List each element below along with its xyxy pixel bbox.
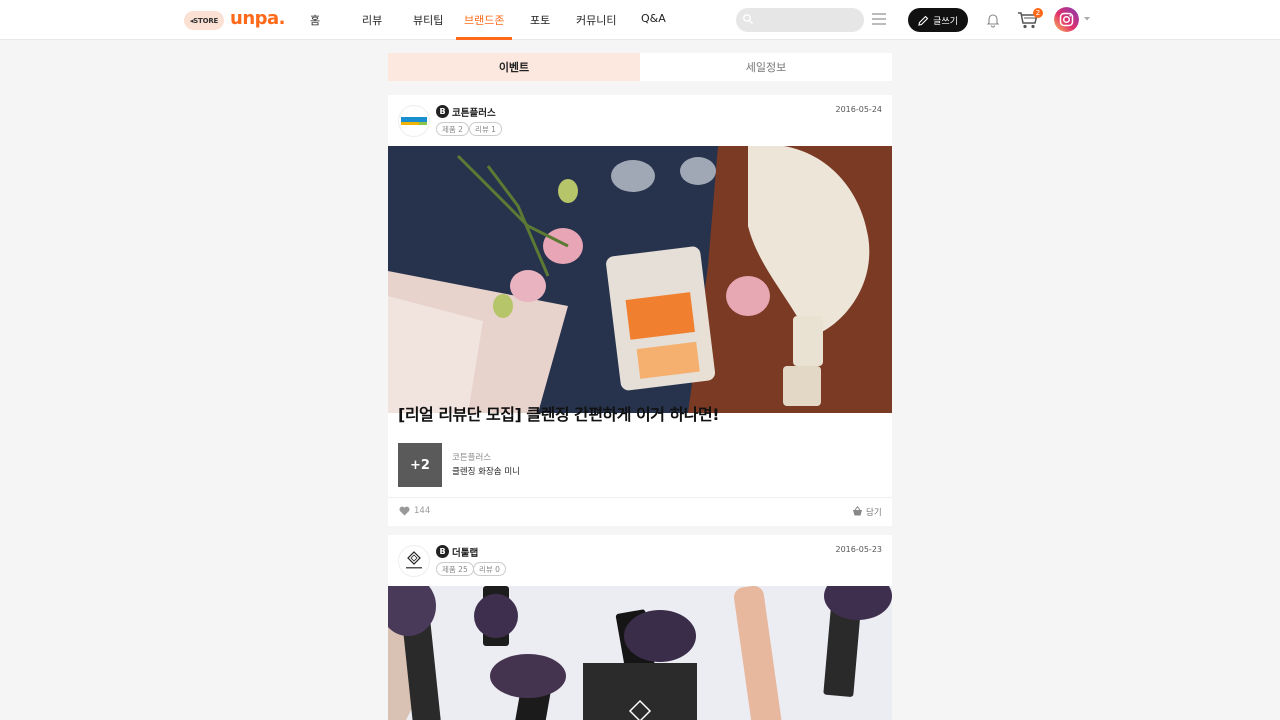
top-header: ◂STORE unpa. 홈 리뷰 뷰티팁 브랜드존 포토 커뮤니티 Q&A 글… xyxy=(0,0,1280,40)
brand-badge: B xyxy=(436,545,449,558)
post-hero-image[interactable] xyxy=(388,146,892,413)
nav-beauty-tip[interactable]: 뷰티팁 xyxy=(413,12,443,40)
product-brand: 코튼플러스 xyxy=(452,453,492,463)
product-thumbnail[interactable]: +2 xyxy=(398,443,442,487)
post-date: 2016-05-23 xyxy=(835,545,883,554)
heart-icon[interactable] xyxy=(399,506,410,516)
nav-photo[interactable]: 포토 xyxy=(530,12,550,40)
post-date: 2016-05-24 xyxy=(835,105,883,114)
brand-name[interactable]: 코튼플러스 xyxy=(452,105,496,119)
write-button[interactable]: 글쓰기 xyxy=(908,8,968,32)
brandzone-tabs: 이벤트 세일정보 xyxy=(388,53,892,81)
product-count-chip[interactable]: 제품 25 xyxy=(436,562,474,576)
write-label: 글쓰기 xyxy=(933,16,958,27)
cottonplus-logo-icon xyxy=(401,117,427,125)
review-count-chip[interactable]: 리뷰 1 xyxy=(469,122,502,136)
brand-badge: B xyxy=(436,105,449,118)
active-nav-indicator xyxy=(456,37,512,40)
menu-icon[interactable] xyxy=(872,12,886,26)
nav-community[interactable]: 커뮤니티 xyxy=(576,12,616,40)
post-card[interactable]: B 더툴랩 제품 25 리뷰 0 2016-05-23 xyxy=(388,535,892,720)
card-divider xyxy=(388,497,892,498)
brand-name[interactable]: 더툴랩 xyxy=(452,545,478,559)
brand-logo-thetoollab[interactable] xyxy=(398,545,430,577)
unpa-logo[interactable]: unpa. xyxy=(230,8,286,29)
product-count-chip[interactable]: 제품 2 xyxy=(436,122,469,136)
nav-review[interactable]: 리뷰 xyxy=(362,12,382,40)
post-hero-image[interactable] xyxy=(388,586,892,720)
product-name[interactable]: 클렌징 화장솜 미니 xyxy=(452,465,520,477)
nav-brand-zone[interactable]: 브랜드존 xyxy=(464,12,504,40)
chevron-down-icon[interactable] xyxy=(1083,16,1091,22)
nav-qna[interactable]: Q&A xyxy=(641,12,666,40)
thetoollab-logo-icon xyxy=(406,551,422,569)
pencil-icon xyxy=(918,15,929,26)
cart-count-badge: 2 xyxy=(1033,8,1043,18)
bell-icon[interactable] xyxy=(985,12,1001,28)
hero-photo xyxy=(388,146,892,413)
brand-logo-cottonplus[interactable] xyxy=(398,105,430,137)
tab-sale-info[interactable]: 세일정보 xyxy=(640,53,892,81)
store-button[interactable]: ◂STORE xyxy=(184,11,224,30)
hero-photo xyxy=(388,586,892,720)
like-count: 144 xyxy=(414,506,431,516)
instagram-avatar-icon[interactable] xyxy=(1054,7,1079,32)
search-input[interactable] xyxy=(736,8,864,32)
search-icon xyxy=(743,14,753,24)
basket-icon[interactable] xyxy=(852,506,863,516)
post-title[interactable]: [리얼 리뷰단 모집] 클렌징 간편하게 이거 하나면! xyxy=(398,401,720,425)
nav-home[interactable]: 홈 xyxy=(310,12,320,40)
post-card[interactable]: B 코튼플러스 제품 2 리뷰 1 2016-05-24 [리얼 리뷰단 모집]… xyxy=(388,95,892,526)
tab-event[interactable]: 이벤트 xyxy=(388,53,640,81)
save-button[interactable]: 담기 xyxy=(866,506,882,518)
review-count-chip[interactable]: 리뷰 0 xyxy=(473,562,506,576)
more-products-count: +2 xyxy=(410,457,430,473)
